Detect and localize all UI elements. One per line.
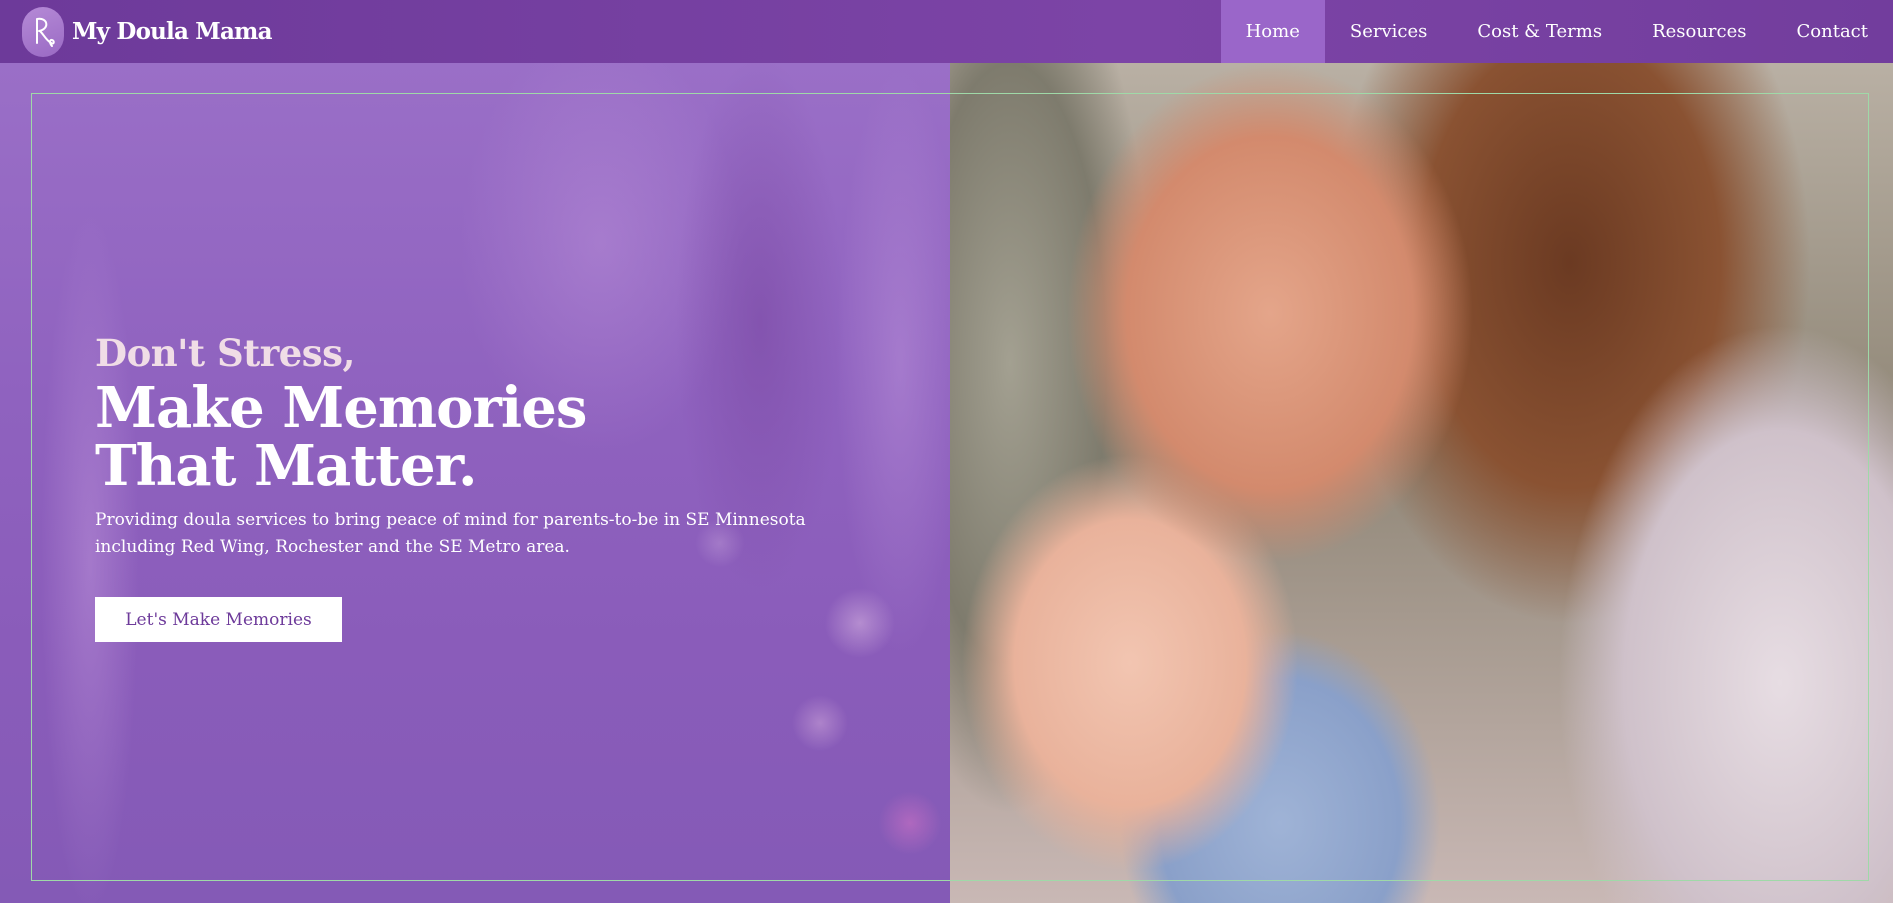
brand[interactable]: My Doula Mama [22,6,273,57]
main-menu: Home Services Cost & Terms Resources Con… [1220,0,1893,63]
top-nav: My Doula Mama Home Services Cost & Terms… [0,0,1893,63]
nav-contact[interactable]: Contact [1772,0,1893,63]
brand-name: My Doula Mama [72,18,273,45]
nav-resources[interactable]: Resources [1627,0,1771,63]
hero-subtext: Providing doula services to bring peace … [95,510,806,557]
nav-home[interactable]: Home [1220,0,1325,63]
hero-content: Don't Stress, Make Memories That Matter.… [95,331,855,642]
make-memories-button[interactable]: Let's Make Memories [95,597,342,642]
hero-headline: Make Memories That Matter. [95,375,587,499]
monogram-icon [36,17,55,47]
nav-services[interactable]: Services [1325,0,1452,63]
doula-monogram-logo-icon [22,6,64,57]
hero-kicker: Don't Stress, [95,331,355,375]
nav-cost-terms[interactable]: Cost & Terms [1452,0,1627,63]
hero-section: Don't Stress, Make Memories That Matter.… [0,63,1893,903]
mother-holding-baby-photo [950,63,1893,903]
